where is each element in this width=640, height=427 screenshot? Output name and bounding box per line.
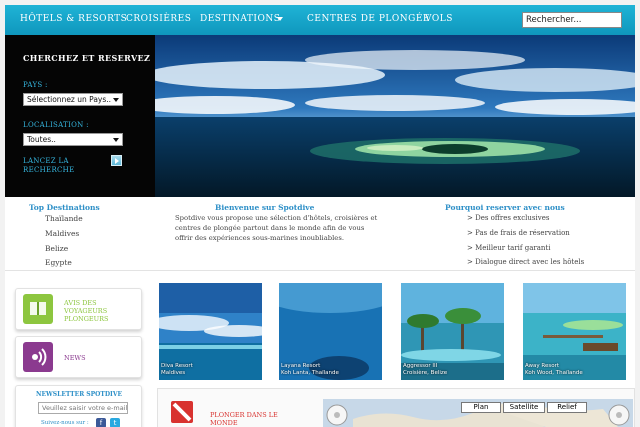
resort-caption: Diva Resort Maldives (161, 363, 193, 376)
traveler-reviews-widget[interactable]: AVIS DES VOYAGEURS PLONGEURS (15, 288, 142, 330)
reason-item: > Pas de frais de réservation (467, 229, 570, 237)
nav-hotels-resorts[interactable]: HÔTELS & RESORTS (20, 14, 127, 24)
world-map[interactable]: Plan Satellite Relief (323, 399, 633, 427)
location-select-value: Toutes.. (27, 135, 56, 144)
country-select-value: Sélectionnez un Pays.. (27, 95, 112, 104)
world-dive-section: PLONGER DANS LE MONDE Plan Satellite Rel… (157, 388, 635, 427)
destination-item[interactable]: Maldives (45, 229, 79, 238)
destination-item[interactable]: Belize (45, 244, 68, 253)
location-label: LOCALISATION : (23, 121, 89, 129)
traveler-reviews-label: AVIS DES VOYAGEURS PLONGEURS (64, 299, 109, 323)
resort-caption: Away Resort Koh Wood, Thaïlande (525, 363, 583, 376)
reasons-heading: Pourquoi reserver avec nous (445, 203, 565, 212)
resort-card[interactable]: Layana Resort Koh Lanta, Thaïlande (279, 283, 382, 380)
map-zoom-control[interactable] (607, 403, 631, 427)
top-navigation: HÔTELS & RESORTS CROISIÈRES DESTINATIONS… (5, 5, 635, 35)
resort-card[interactable]: Away Resort Koh Wood, Thaïlande (523, 283, 626, 380)
nav-cruises[interactable]: CROISIÈRES (126, 14, 191, 24)
hero: CHERCHEZ ET RESERVEZ PAYS : Sélectionnez… (5, 35, 635, 197)
chevron-down-icon[interactable] (277, 17, 283, 21)
resort-caption: Layana Resort Koh Lanta, Thaïlande (281, 363, 339, 376)
follow-us-label: Suivez-nous sur : (41, 420, 89, 426)
newsletter-box: NEWSLETTER SPOTDIVE Suivez-nous sur : f … (15, 385, 142, 427)
news-label: NEWS (64, 354, 86, 362)
resort-caption: Aggressor III Croisière, Belize (403, 363, 448, 376)
broadcast-icon (23, 342, 53, 372)
map-plan-button[interactable]: Plan (461, 402, 501, 413)
facebook-icon[interactable]: f (96, 418, 106, 427)
search-panel: CHERCHEZ ET RESERVEZ PAYS : Sélectionnez… (5, 35, 155, 197)
map-pan-control[interactable] (325, 403, 349, 427)
reason-item: > Dialogue direct avec les hôtels (467, 258, 585, 266)
map-satellite-button[interactable]: Satellite (503, 402, 545, 413)
launch-search-button[interactable] (111, 155, 122, 166)
welcome-heading: Bienvenue sur Spotdive (215, 203, 315, 212)
nav-destinations[interactable]: DESTINATIONS (200, 14, 280, 24)
news-widget[interactable]: NEWS (15, 336, 142, 378)
divider (5, 270, 635, 271)
nav-flights[interactable]: VOLS (425, 14, 453, 24)
map-relief-button[interactable]: Relief (547, 402, 587, 413)
dive-world-title: PLONGER DANS LE MONDE (210, 411, 278, 427)
launch-search-link[interactable]: LANCEZ LA RECHERCHE (23, 157, 95, 175)
newsletter-email-input[interactable] (38, 402, 128, 414)
destination-item[interactable]: Thaïlande (45, 214, 83, 223)
welcome-text: Spotdive vous propose une sélection d'hô… (175, 214, 378, 242)
twitter-icon[interactable]: t (110, 418, 120, 427)
chevron-down-icon (113, 98, 119, 102)
dive-flag-icon (171, 401, 193, 423)
country-select[interactable]: Sélectionnez un Pays.. (23, 93, 123, 106)
reason-item: > Meilleur tarif garanti (467, 244, 551, 252)
hero-island-image (155, 35, 635, 197)
resort-card[interactable]: Diva Resort Maldives (159, 283, 262, 380)
search-input[interactable] (522, 12, 622, 28)
country-label: PAYS : (23, 81, 48, 89)
search-panel-heading: CHERCHEZ ET RESERVEZ (23, 53, 151, 63)
destination-item[interactable]: Egypte (45, 258, 72, 267)
book-icon (23, 294, 53, 324)
location-select[interactable]: Toutes.. (23, 133, 123, 146)
newsletter-title: NEWSLETTER SPOTDIVE (36, 391, 123, 398)
page: HÔTELS & RESORTS CROISIÈRES DESTINATIONS… (5, 5, 635, 427)
reason-item: > Des offres exclusives (467, 214, 550, 222)
resort-card[interactable]: Aggressor III Croisière, Belize (401, 283, 504, 380)
nav-dive-centres[interactable]: CENTRES DE PLONGÉE (307, 14, 430, 24)
chevron-down-icon (113, 138, 119, 142)
top-destinations-heading: Top Destinations (29, 203, 100, 212)
